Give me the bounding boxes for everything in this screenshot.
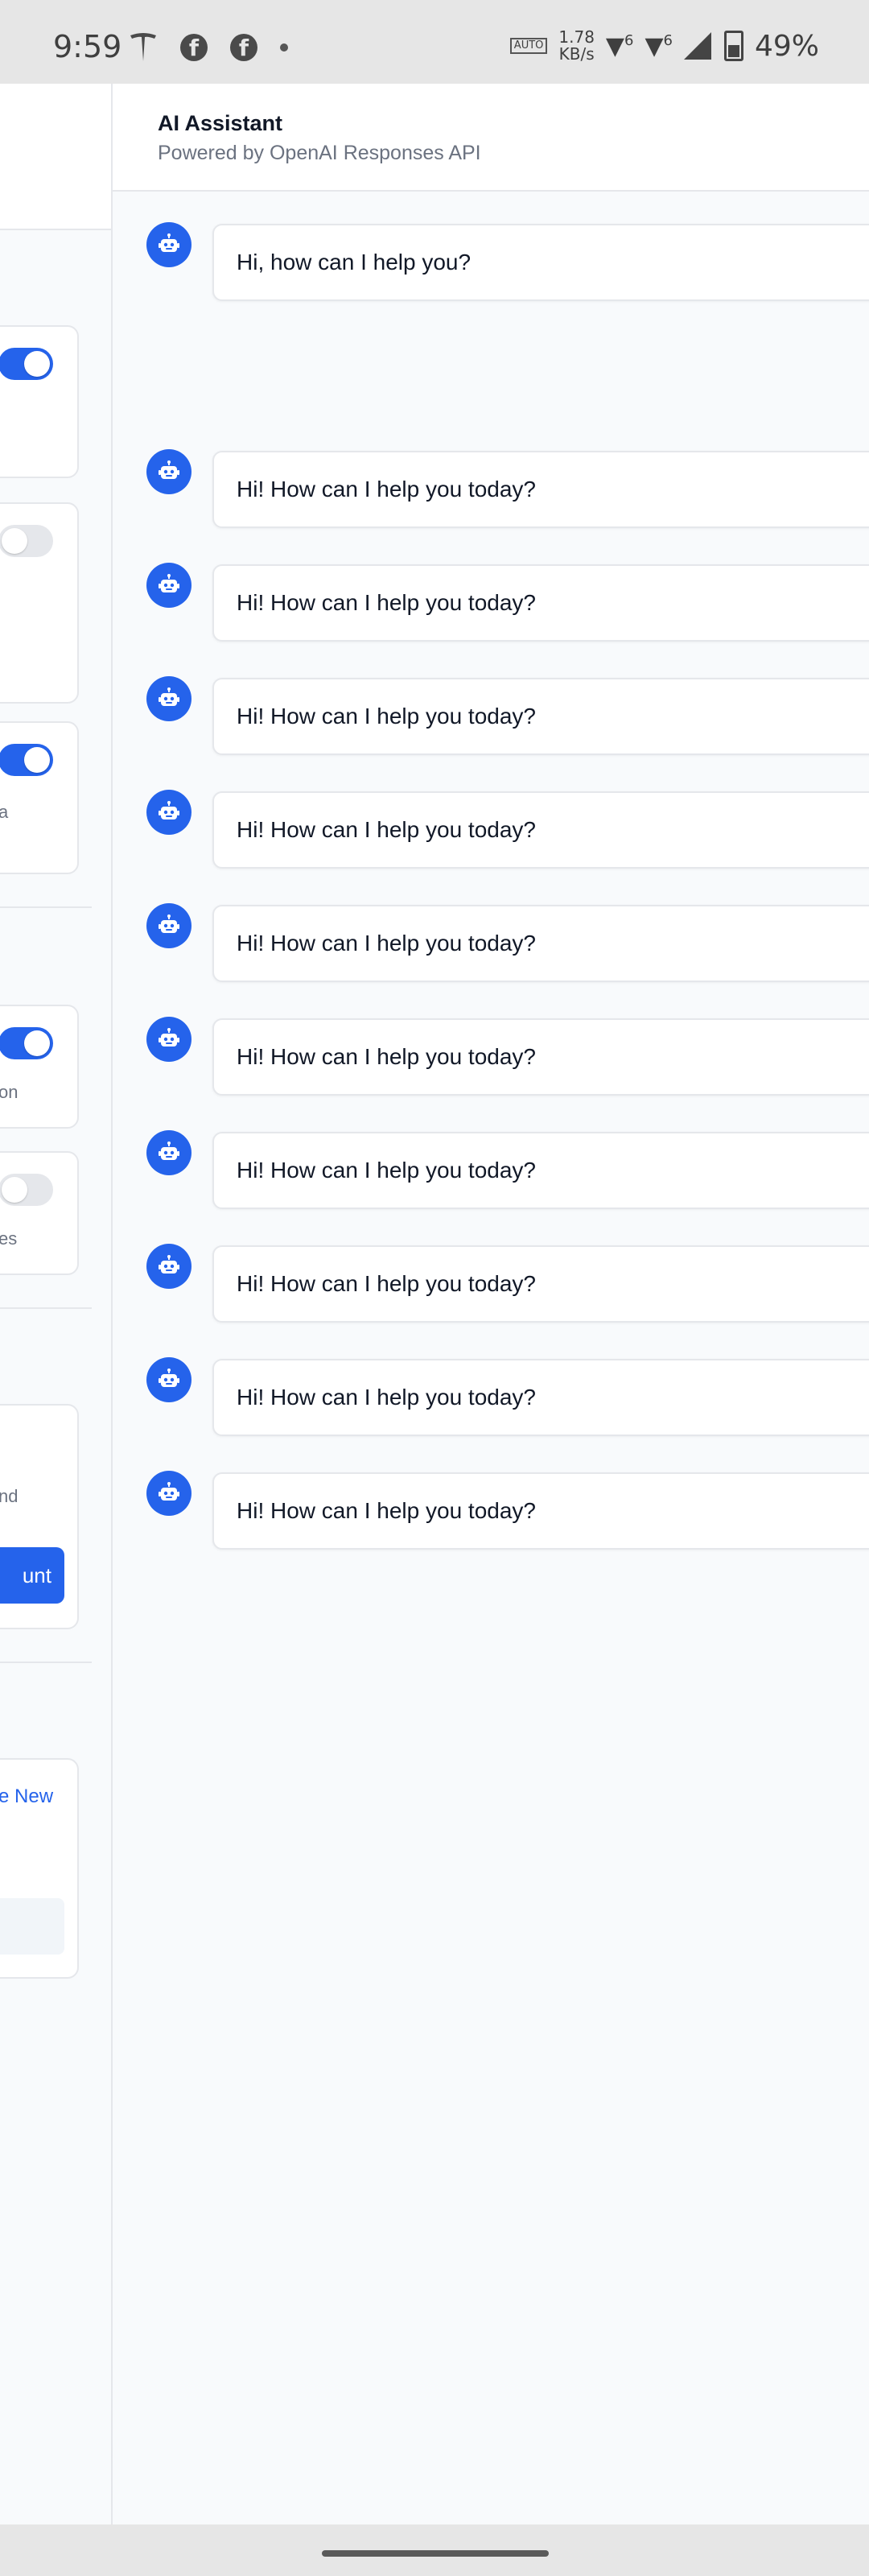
- message-bubble: Hi! How can I help you today?: [212, 678, 869, 755]
- battery-icon: [723, 31, 743, 61]
- wifi-icon: ▼6: [605, 31, 634, 60]
- message-bubble: Hi! How can I help you today?: [212, 1472, 869, 1550]
- robot-icon: [146, 1244, 192, 1289]
- settings-card: es: [0, 1151, 79, 1275]
- status-time: 9:59: [53, 29, 122, 64]
- message-bubble: Hi! How can I help you today?: [212, 564, 869, 642]
- robot-icon: [146, 449, 192, 494]
- setting-toggle[interactable]: [0, 1174, 53, 1206]
- chat-message: Hi! How can I help you today?: [113, 1017, 869, 1097]
- message-text: Hi! How can I help you today?: [237, 1044, 536, 1069]
- message-bubble: Hi! How can I help you today?: [212, 1132, 869, 1209]
- battery-percent: 49%: [754, 29, 819, 63]
- message-bubble: Hi, how can I help you?: [212, 224, 869, 301]
- setting-description: es: [0, 1228, 18, 1249]
- chat-message: Hi! How can I help you today?: [113, 790, 869, 870]
- robot-icon: [146, 563, 192, 608]
- settings-card: nd unt: [0, 1404, 79, 1629]
- setting-description: nd: [0, 1486, 19, 1506]
- message-text: Hi! How can I help you today?: [237, 817, 536, 842]
- settings-panel: a on es nd unt e New: [0, 84, 113, 2524]
- message-text: Hi! How can I help you today?: [237, 931, 536, 956]
- settings-header: [0, 84, 111, 230]
- robot-icon: [146, 676, 192, 721]
- setting-toggle[interactable]: [0, 348, 53, 380]
- chat-message: Hi! How can I help you today?: [113, 1130, 869, 1211]
- robot-icon: [146, 1357, 192, 1402]
- facebook-icon: f: [230, 34, 257, 61]
- robot-icon: [146, 790, 192, 835]
- account-button[interactable]: unt: [0, 1547, 64, 1604]
- setting-description: a: [0, 802, 8, 823]
- message-text: Hi! How can I help you today?: [237, 1158, 536, 1183]
- facebook-icon: f: [180, 34, 208, 61]
- message-text: Hi! How can I help you today?: [237, 1271, 536, 1296]
- chat-message: Hi! How can I help you today?: [113, 1244, 869, 1324]
- chat-title: AI Assistant: [158, 111, 283, 135]
- chat-message: Hi! How can I help you today?: [113, 1471, 869, 1551]
- chat-message: Hi! How can I help you today?: [113, 1357, 869, 1438]
- robot-icon: [146, 222, 192, 267]
- settings-card: a: [0, 721, 79, 874]
- auto-hd-icon: AUTO: [509, 38, 548, 54]
- section-divider: [0, 1662, 92, 1663]
- chat-subtitle: Powered by OpenAI Responses API: [158, 142, 481, 164]
- status-bar: 9:59 f f AUTO 1.78 KB/s ▼6 ▼6 49%: [0, 0, 869, 84]
- home-handle[interactable]: [322, 2550, 549, 2557]
- chat-header: AI Assistant Powered by OpenAI Responses…: [113, 84, 869, 192]
- message-text: Hi! How can I help you today?: [237, 1498, 536, 1523]
- robot-icon: [146, 1017, 192, 1062]
- settings-card: [0, 325, 79, 478]
- message-text: Hi! How can I help you today?: [237, 590, 536, 615]
- message-bubble: Hi! How can I help you today?: [212, 1245, 869, 1323]
- chat-message: Hi! How can I help you today?: [113, 449, 869, 530]
- network-speed: 1.78 KB/s: [558, 27, 595, 64]
- message-text: Hi! How can I help you today?: [237, 1385, 536, 1410]
- section-divider: [0, 906, 92, 908]
- settings-card: on: [0, 1005, 79, 1129]
- settings-card: e New: [0, 1758, 79, 1979]
- message-bubble: Hi! How can I help you today?: [212, 791, 869, 869]
- message-text: Hi, how can I help you?: [237, 250, 472, 275]
- more-notifications-icon: [280, 43, 288, 52]
- settings-input[interactable]: [0, 1898, 64, 1955]
- signal-icon: [683, 32, 711, 60]
- status-right: AUTO 1.78 KB/s ▼6 ▼6 49%: [509, 27, 819, 64]
- chat-message: Hi! How can I help you today?: [113, 903, 869, 984]
- tesla-icon: [130, 33, 156, 61]
- navigation-bar: [0, 2524, 869, 2576]
- robot-icon: [146, 1471, 192, 1516]
- message-text: Hi! How can I help you today?: [237, 704, 536, 729]
- message-bubble: Hi! How can I help you today?: [212, 1018, 869, 1096]
- section-divider: [0, 1307, 92, 1309]
- robot-icon: [146, 1130, 192, 1175]
- setting-description: on: [0, 1082, 19, 1102]
- setting-toggle[interactable]: [0, 525, 53, 557]
- notification-icons: f f: [129, 32, 288, 63]
- message-bubble: Hi! How can I help you today?: [212, 451, 869, 528]
- create-new-link[interactable]: e New: [0, 1785, 53, 1808]
- message-bubble: Hi! How can I help you today?: [212, 905, 869, 982]
- settings-card: [0, 502, 79, 704]
- robot-icon: [146, 903, 192, 948]
- setting-toggle[interactable]: [0, 744, 53, 776]
- message-text: Hi! How can I help you today?: [237, 477, 536, 502]
- setting-toggle[interactable]: [0, 1027, 53, 1059]
- chat-message: Hi! How can I help you today?: [113, 563, 869, 643]
- message-bubble: Hi! How can I help you today?: [212, 1359, 869, 1436]
- wifi-icon: ▼6: [645, 31, 673, 60]
- chat-panel: AI Assistant Powered by OpenAI Responses…: [113, 84, 869, 2524]
- chat-message: Hi, how can I help you?: [113, 222, 869, 303]
- chat-message: Hi! How can I help you today?: [113, 676, 869, 757]
